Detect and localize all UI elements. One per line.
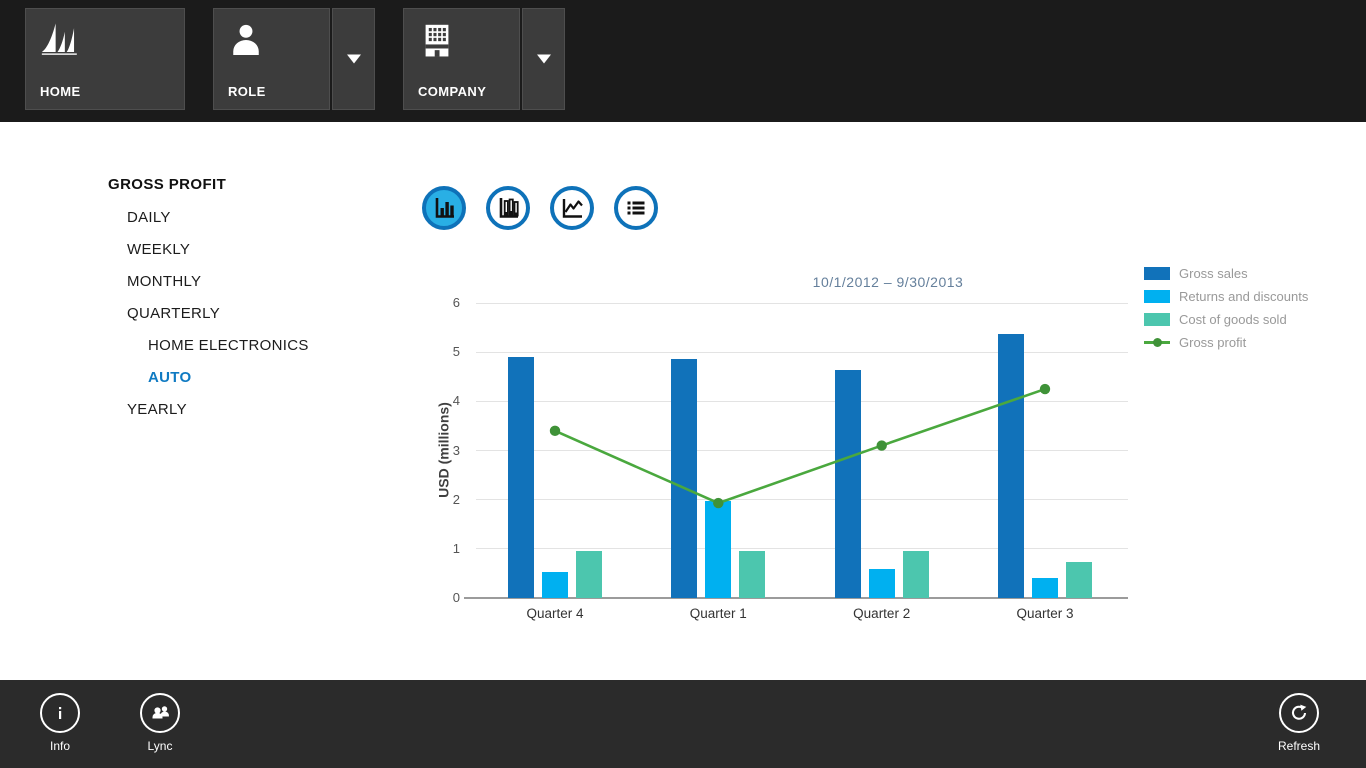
refresh-icon (1279, 693, 1319, 733)
lync-button[interactable]: Lync (118, 693, 202, 753)
x-tick-label: Quarter 2 (817, 606, 947, 621)
legend-label: Gross profit (1179, 335, 1246, 350)
info-button-label: Info (18, 739, 102, 753)
legend-item-cost-of-goods-sold: Cost of goods sold (1144, 308, 1308, 331)
stacked-column-chart-button[interactable] (486, 186, 530, 230)
person-icon (228, 21, 264, 64)
gross-profit-line (476, 303, 1128, 598)
column-chart-icon (431, 195, 457, 221)
sidebar-item-weekly[interactable]: WEEKLY (0, 234, 420, 266)
x-tick-label: Quarter 3 (980, 606, 1110, 621)
list-view-button[interactable] (614, 186, 658, 230)
chart-legend: Gross sales Returns and discounts Cost of … (1144, 262, 1308, 354)
legend-swatch (1144, 267, 1170, 280)
chevron-down-icon (537, 55, 551, 64)
info-icon (40, 693, 80, 733)
role-tile-label: ROLE (228, 84, 266, 99)
x-tick-label: Quarter 4 (490, 606, 620, 621)
legend-label: Returns and discounts (1179, 289, 1308, 304)
y-tick-label: 3 (430, 443, 460, 458)
sidebar: GROSS PROFIT DAILYWEEKLYMONTHLYQUARTERLY… (0, 122, 420, 680)
sidebar-item-auto[interactable]: AUTO (0, 362, 420, 394)
home-tile[interactable]: HOME (25, 8, 185, 110)
lync-button-label: Lync (118, 739, 202, 753)
building-icon (418, 21, 456, 64)
y-tick-label: 4 (430, 393, 460, 408)
y-tick-label: 0 (430, 590, 460, 605)
sidebar-item-monthly[interactable]: MONTHLY (0, 266, 420, 298)
sidebar-item-home-electronics[interactable]: HOME ELECTRONICS (0, 330, 420, 362)
legend-label: Cost of goods sold (1179, 312, 1287, 327)
sidebar-items: DAILYWEEKLYMONTHLYQUARTERLYHOME ELECTRON… (0, 202, 420, 426)
list-view-icon (623, 195, 649, 221)
line-chart-button[interactable] (550, 186, 594, 230)
sidebar-item-yearly[interactable]: YEARLY (0, 394, 420, 426)
legend-label: Gross sales (1179, 266, 1248, 281)
refresh-button[interactable]: Refresh (1257, 693, 1341, 753)
legend-item-gross-sales: Gross sales (1144, 262, 1308, 285)
legend-item-returns-and-discounts: Returns and discounts (1144, 285, 1308, 308)
refresh-button-label: Refresh (1257, 739, 1341, 753)
y-tick-label: 5 (430, 344, 460, 359)
y-tick-label: 1 (430, 541, 460, 556)
stacked-column-chart-icon (495, 195, 521, 221)
chart-type-switcher (422, 186, 658, 230)
y-tick-label: 6 (430, 295, 460, 310)
lync-people-icon (140, 693, 180, 733)
legend-swatch (1144, 336, 1170, 349)
company-tile-label: COMPANY (418, 84, 486, 99)
sidebar-item-daily[interactable]: DAILY (0, 202, 420, 234)
column-chart-button[interactable] (422, 186, 466, 230)
company-dropdown-button[interactable] (522, 8, 565, 110)
top-bar: HOME ROLE (0, 0, 1366, 122)
bottom-command-bar: Info Lync Refresh (0, 680, 1366, 768)
info-button[interactable]: Info (18, 693, 102, 753)
sidebar-title: GROSS PROFIT (108, 176, 420, 193)
legend-swatch (1144, 290, 1170, 303)
line-chart-icon (559, 195, 585, 221)
role-dropdown-button[interactable] (332, 8, 375, 110)
x-tick-label: Quarter 1 (653, 606, 783, 621)
chart-plot-area: USD (millions) 0123456Quarter 4Quarter 1… (476, 303, 1128, 598)
y-tick-label: 2 (430, 492, 460, 507)
sidebar-item-quarterly[interactable]: QUARTERLY (0, 298, 420, 330)
dynamics-logo-icon (40, 21, 86, 66)
company-tile[interactable]: COMPANY (403, 8, 520, 110)
legend-swatch (1144, 313, 1170, 326)
role-tile[interactable]: ROLE (213, 8, 330, 110)
legend-item-gross-profit: Gross profit (1144, 331, 1308, 354)
chevron-down-icon (347, 55, 361, 64)
home-tile-label: HOME (40, 84, 81, 99)
app-window: HOME ROLE (0, 0, 1366, 768)
